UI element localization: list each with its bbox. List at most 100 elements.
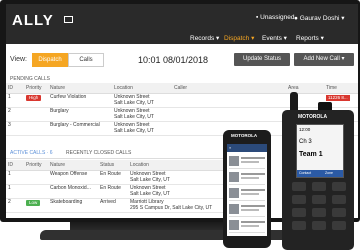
table-row[interactable]: 2 Low Skateboarding Arrived Marriott Lib… <box>6 198 236 213</box>
radio-key[interactable] <box>312 208 326 217</box>
cell-nature: Burglary <box>48 107 112 122</box>
photo-thumbnail <box>229 220 239 230</box>
radio-key[interactable] <box>292 221 306 230</box>
tab-calls[interactable]: Calls <box>68 53 104 67</box>
radio-key[interactable] <box>332 221 346 230</box>
radio-key[interactable] <box>312 221 326 230</box>
phone-screen: ≡ <box>227 144 267 236</box>
radio-display: 12:00 Ch 3 Team 1 Contact Zone <box>296 124 344 178</box>
cell-status: En Route <box>98 184 128 199</box>
cell-nature: Curfew Violation <box>48 93 112 108</box>
smartphone-device: MOTOROLA ≡ <box>223 130 271 248</box>
clock: 10:01 08/01/2018 <box>138 55 209 65</box>
cell-id: 2 <box>6 198 24 213</box>
photo-thumbnail <box>229 156 239 166</box>
radio-key[interactable] <box>332 208 346 217</box>
photo-thumbnail <box>229 204 239 214</box>
col-id[interactable]: ID <box>6 83 24 94</box>
location-line2: Salt Lake City, UT <box>130 176 170 183</box>
menu-dispatch[interactable]: Dispatch ▾ <box>224 34 254 42</box>
tab-recently-closed[interactable]: RECENTLY CLOSED CALLS <box>66 150 131 156</box>
active-calls-table: ID Priority Nature Status Location 1 Wea… <box>6 160 236 213</box>
cell-id: 1 <box>6 170 24 185</box>
top-bar: ALLY ▪ Unassigned ● Gaurav Doshi ▾ Recor… <box>6 4 358 44</box>
col-time[interactable]: Time <box>324 83 358 94</box>
view-label: View: <box>10 56 27 63</box>
radio-key[interactable] <box>292 195 306 204</box>
radio-key[interactable] <box>312 195 326 204</box>
cell-location: Unknown Street Salt Lake City, UT <box>128 184 236 199</box>
table-row[interactable]: 1 High Curfew Violation Unknown Street Sa… <box>6 93 358 108</box>
col-location[interactable]: Location <box>112 83 172 94</box>
softkey-contact[interactable]: Contact <box>299 170 311 177</box>
priority-badge: Low <box>26 200 41 206</box>
radio-key[interactable] <box>332 182 346 191</box>
cell-nature: Carbon Monoxid... <box>48 184 98 199</box>
menu-reports[interactable]: Reports ▾ <box>296 34 324 42</box>
radio-time: 12:00 <box>299 127 311 132</box>
list-item[interactable] <box>229 170 265 185</box>
cell-nature: Burglary - Commercial <box>48 121 112 136</box>
phone-app-header: ≡ <box>227 144 267 152</box>
table-row[interactable]: 1 Weapon Offense En Route Unknown Street… <box>6 170 236 185</box>
cell-location: Unknown Street Salt Lake City, UT <box>112 93 172 108</box>
col-status[interactable]: Status <box>98 160 128 171</box>
list-item[interactable] <box>229 154 265 169</box>
pending-calls-title: PENDING CALLS <box>10 76 51 82</box>
radio-keypad <box>292 182 346 242</box>
location-line2: 295 S Campus Dr, Salt Lake City, UT <box>130 204 213 211</box>
radio-talkgroup: Team 1 <box>299 151 323 158</box>
add-new-call-button[interactable]: Add New Call ▾ <box>294 53 354 66</box>
location-line2: Salt Lake City, UT <box>130 190 170 197</box>
menu-events[interactable]: Events ▾ <box>262 34 287 42</box>
col-priority[interactable]: Priority <box>24 83 48 94</box>
col-location[interactable]: Location <box>128 160 236 171</box>
tab-dispatch[interactable]: Dispatch <box>32 53 68 67</box>
softkey-zone[interactable]: Zone <box>325 170 333 177</box>
list-item[interactable] <box>229 202 265 217</box>
list-item[interactable] <box>229 186 265 201</box>
col-nature[interactable]: Nature <box>48 160 98 171</box>
cell-nature: Weapon Offense <box>48 170 98 185</box>
phone-brand: MOTOROLA <box>231 133 258 138</box>
call-tabs: ACTIVE CALLS · 6 RECENTLY CLOSED CALLS <box>6 148 236 159</box>
cell-id: 3 <box>6 121 24 136</box>
col-caller[interactable]: Caller <box>172 83 286 94</box>
table-row[interactable]: 1 Carbon Monoxid... En Route Unknown Str… <box>6 184 236 199</box>
user-menu[interactable]: ● Gaurav Doshi ▾ <box>294 14 345 22</box>
radio-key[interactable] <box>292 182 306 191</box>
view-toolbar: View: Dispatch Calls 10:01 08/01/2018 Up… <box>6 50 358 70</box>
col-nature[interactable]: Nature <box>48 83 112 94</box>
unassigned-label: Unassigned <box>260 14 295 21</box>
cell-nature: Skateboarding <box>48 198 98 213</box>
col-id[interactable]: ID <box>6 160 24 171</box>
priority-badge: High <box>26 95 42 101</box>
photo-thumbnail <box>229 188 239 198</box>
cell-id: 1 <box>6 184 24 199</box>
cell-id: 2 <box>6 107 24 122</box>
time-badge: 11226 8... <box>326 95 350 101</box>
unassigned-status[interactable]: ▪ Unassigned <box>256 14 294 21</box>
col-priority[interactable]: Priority <box>24 160 48 171</box>
cell-location: Unknown Street Salt Lake City, UT <box>112 107 172 122</box>
radio-softkeys: Contact Zone <box>297 170 343 177</box>
app-logo[interactable]: ALLY <box>12 12 54 29</box>
radio-key[interactable] <box>312 182 326 191</box>
update-status-button[interactable]: Update Status <box>234 53 290 66</box>
tab-active-calls[interactable]: ACTIVE CALLS · 6 <box>10 150 53 156</box>
cell-status: En Route <box>98 170 128 185</box>
cell-location: Marriott Library 295 S Campus Dr, Salt La… <box>128 198 236 213</box>
radio-key[interactable] <box>292 208 306 217</box>
location-line2: Salt Lake City, UT <box>114 99 154 106</box>
mail-icon[interactable] <box>64 16 73 23</box>
cell-id: 1 <box>6 93 24 108</box>
cell-location: Unknown Street Salt Lake City, UT <box>112 121 172 136</box>
radio-key[interactable] <box>332 195 346 204</box>
location-line2: Salt Lake City, UT <box>114 113 154 120</box>
cell-location: Unknown Street Salt Lake City, UT <box>128 170 236 185</box>
menu-records[interactable]: Records ▾ <box>190 34 219 42</box>
username-label: Gaurav Doshi <box>299 15 340 22</box>
location-line2: Salt Lake City, UT <box>114 127 154 134</box>
photo-thumbnail <box>229 172 239 182</box>
list-item[interactable] <box>229 218 265 233</box>
